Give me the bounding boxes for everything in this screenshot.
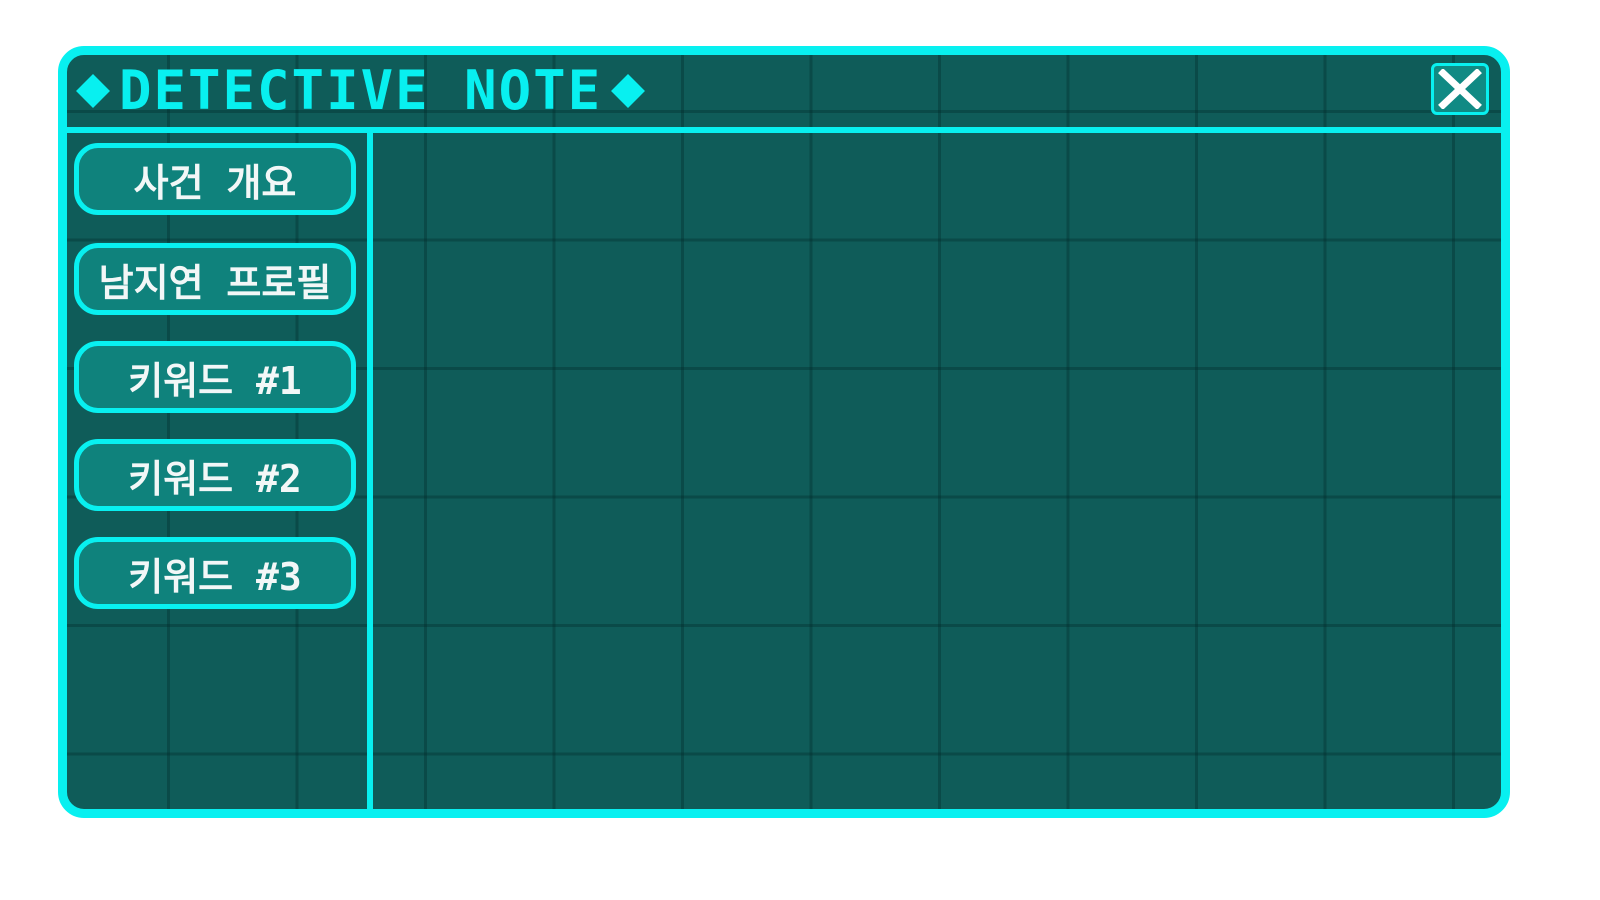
content-area <box>373 133 1501 809</box>
sidebar-item-label: 키워드 #2 <box>128 456 302 501</box>
detective-note-window: DETECTIVE NOTE 사건 개요 남지연 프로필 키워드 #1 키워드 … <box>58 46 1510 818</box>
close-button[interactable] <box>1431 63 1489 115</box>
sidebar-item-label: 남지연 프로필 <box>98 260 332 305</box>
sidebar-item-label: 키워드 #3 <box>128 554 302 599</box>
title-bar: DETECTIVE NOTE <box>67 55 1501 133</box>
sidebar-item-profile[interactable]: 남지연 프로필 <box>74 243 356 315</box>
sidebar-item-case-overview[interactable]: 사건 개요 <box>74 143 356 215</box>
sidebar-item-keyword-2[interactable]: 키워드 #2 <box>74 439 356 511</box>
sidebar: 사건 개요 남지연 프로필 키워드 #1 키워드 #2 키워드 #3 <box>67 133 373 809</box>
sidebar-item-keyword-3[interactable]: 키워드 #3 <box>74 537 356 609</box>
sidebar-item-label: 사건 개요 <box>133 160 297 205</box>
sidebar-item-label: 키워드 #1 <box>128 358 302 403</box>
window-title: DETECTIVE NOTE <box>119 59 603 122</box>
diamond-icon-left <box>76 74 110 108</box>
close-x-icon <box>1438 69 1482 109</box>
sidebar-item-keyword-1[interactable]: 키워드 #1 <box>74 341 356 413</box>
diamond-icon-right <box>611 74 646 108</box>
